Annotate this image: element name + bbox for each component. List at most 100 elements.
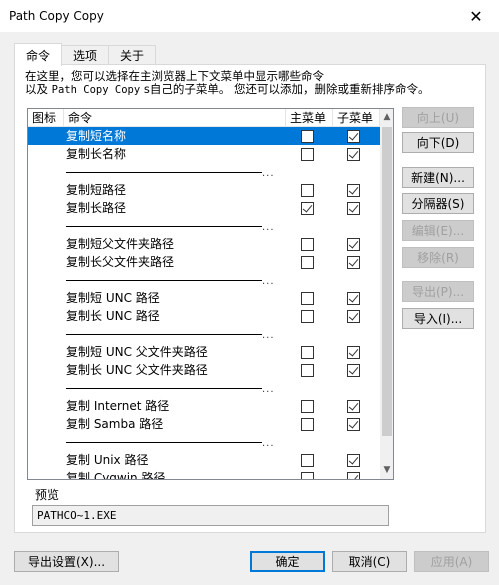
command-name: 复制短父文件夹路径 — [66, 237, 175, 251]
main-menu-checkbox[interactable] — [301, 148, 314, 161]
main-menu-checkbox[interactable] — [301, 310, 314, 323]
submenu-checkbox[interactable] — [347, 184, 360, 197]
command-name: 复制长 UNC 路径 — [66, 309, 160, 323]
separator-dots: ... — [262, 276, 275, 287]
apply-button[interactable]: 应用(A) — [414, 551, 489, 572]
separator-line[interactable] — [66, 280, 262, 281]
tab-commands[interactable]: 命令 — [14, 43, 62, 66]
main-menu-checkbox[interactable] — [301, 400, 314, 413]
command-name: 复制短 UNC 路径 — [66, 291, 160, 305]
separator-button[interactable]: 分隔器(S) — [402, 193, 474, 214]
submenu-checkbox[interactable] — [347, 130, 360, 143]
scroll-down-icon[interactable]: ▼ — [380, 462, 393, 479]
main-menu-checkbox[interactable] — [301, 184, 314, 197]
edit-button[interactable]: 编辑(E)... — [402, 220, 474, 241]
list-item[interactable]: 复制长名称 — [28, 145, 380, 163]
submenu-checkbox[interactable] — [347, 148, 360, 161]
list-item[interactable]: 复制 Internet 路径 — [28, 397, 380, 415]
main-menu-checkbox[interactable] — [301, 454, 314, 467]
cancel-button[interactable]: 取消(C) — [332, 551, 407, 572]
list-item[interactable]: 复制 Samba 路径 — [28, 415, 380, 433]
move-up-button[interactable]: 向上(U) — [402, 107, 474, 128]
submenu-checkbox[interactable] — [347, 418, 360, 431]
main-menu-checkbox[interactable] — [301, 472, 314, 479]
list-item[interactable]: 复制短父文件夹路径 — [28, 235, 380, 253]
list-item[interactable]: 复制短名称 — [28, 127, 380, 145]
submenu-checkbox[interactable] — [347, 472, 360, 479]
remove-button[interactable]: 移除(R) — [402, 247, 474, 268]
submenu-checkbox[interactable] — [347, 256, 360, 269]
submenu-checkbox[interactable] — [347, 454, 360, 467]
column-header-icon[interactable]: 图标 — [28, 109, 64, 127]
tab-about[interactable]: 关于 — [108, 45, 156, 65]
description-app-name: Path Copy Copy — [51, 84, 141, 96]
ok-button[interactable]: 确定 — [250, 551, 325, 572]
submenu-checkbox[interactable] — [347, 310, 360, 323]
list-item[interactable]: 复制长 UNC 父文件夹路径 — [28, 361, 380, 379]
main-menu-checkbox[interactable] — [301, 346, 314, 359]
list-rows: 复制短名称复制长名称... 复制短路径复制长路径... 复制短父文件夹路径 复制长父文… — [28, 127, 380, 479]
command-name: 复制 Unix 路径 — [66, 453, 149, 467]
separator-dots: ... — [262, 168, 275, 179]
description-prefix: 以及 — [25, 82, 48, 96]
preview-group: 预览 PATHCO~1.EXE — [27, 486, 394, 530]
tab-options[interactable]: 选项 — [61, 45, 109, 65]
list-item[interactable]: 复制 Unix 路径 — [28, 451, 380, 469]
column-header-command[interactable]: 命令 — [64, 109, 286, 127]
main-menu-checkbox[interactable] — [301, 202, 314, 215]
title-bar: Path Copy Copy ✕ — [0, 0, 499, 32]
command-name: 复制 Internet 路径 — [66, 399, 170, 413]
separator-line[interactable] — [66, 226, 262, 227]
description-text: 在这里，您可以选择在主浏览器上下文菜单中显示哪些命令 以及 Path Copy … — [25, 70, 429, 97]
import-button[interactable]: 导入(I)... — [402, 308, 474, 329]
separator-line[interactable] — [66, 172, 262, 173]
list-item[interactable]: 复制短路径 — [28, 181, 380, 199]
close-icon: ✕ — [469, 6, 483, 26]
scroll-thumb[interactable] — [382, 127, 392, 436]
separator-dots: ... — [262, 330, 275, 341]
separator-dots: ... — [262, 384, 275, 395]
command-name: 复制长父文件夹路径 — [66, 255, 175, 269]
export-button[interactable]: 导出(P)... — [402, 281, 474, 302]
separator-line[interactable] — [66, 388, 262, 389]
command-name: 复制长名称 — [66, 147, 127, 161]
submenu-checkbox[interactable] — [347, 364, 360, 377]
list-item[interactable]: 复制长父文件夹路径 — [28, 253, 380, 271]
description-suffix: s自己的子菜单。 您还可以添加，删除或重新排序命令。 — [143, 82, 430, 96]
column-header-submenu[interactable]: 子菜单 — [333, 109, 380, 127]
submenu-checkbox[interactable] — [347, 400, 360, 413]
column-header-main-menu[interactable]: 主菜单 — [286, 109, 333, 127]
scroll-up-icon[interactable]: ▲ — [380, 109, 393, 126]
submenu-checkbox[interactable] — [347, 292, 360, 305]
submenu-checkbox[interactable] — [347, 238, 360, 251]
submenu-checkbox[interactable] — [347, 202, 360, 215]
list-item[interactable]: 复制短 UNC 父文件夹路径 — [28, 343, 380, 361]
main-menu-checkbox[interactable] — [301, 292, 314, 305]
main-menu-checkbox[interactable] — [301, 256, 314, 269]
separator-line[interactable] — [66, 334, 262, 335]
command-list[interactable]: 图标 命令 主菜单 子菜单 复制短名称复制长名称... 复制短路径复制长路径...… — [27, 108, 394, 480]
main-menu-checkbox[interactable] — [301, 364, 314, 377]
export-settings-button[interactable]: 导出设置(X)... — [14, 551, 119, 572]
preview-label: 预览 — [33, 486, 62, 503]
window-title: Path Copy Copy — [9, 9, 104, 23]
command-name: 复制长路径 — [66, 201, 127, 215]
list-item[interactable]: 复制短 UNC 路径 — [28, 289, 380, 307]
list-scrollbar[interactable]: ▲ ▼ — [380, 109, 393, 479]
main-menu-checkbox[interactable] — [301, 238, 314, 251]
command-name: 复制 Samba 路径 — [66, 417, 164, 431]
list-item[interactable]: 复制长路径 — [28, 199, 380, 217]
separator-line[interactable] — [66, 442, 262, 443]
list-header: 图标 命令 主菜单 子菜单 — [28, 109, 380, 127]
move-down-button[interactable]: 向下(D) — [402, 132, 474, 153]
new-button[interactable]: 新建(N)... — [402, 167, 474, 188]
list-item[interactable]: 复制 Cygwin 路径 — [28, 469, 380, 479]
main-menu-checkbox[interactable] — [301, 130, 314, 143]
list-item[interactable]: 复制长 UNC 路径 — [28, 307, 380, 325]
submenu-checkbox[interactable] — [347, 346, 360, 359]
close-button[interactable]: ✕ — [453, 0, 499, 32]
command-name: 复制短 UNC 父文件夹路径 — [66, 345, 208, 359]
command-name: 复制短名称 — [66, 129, 127, 143]
command-name: 复制 Cygwin 路径 — [66, 471, 166, 479]
main-menu-checkbox[interactable] — [301, 418, 314, 431]
